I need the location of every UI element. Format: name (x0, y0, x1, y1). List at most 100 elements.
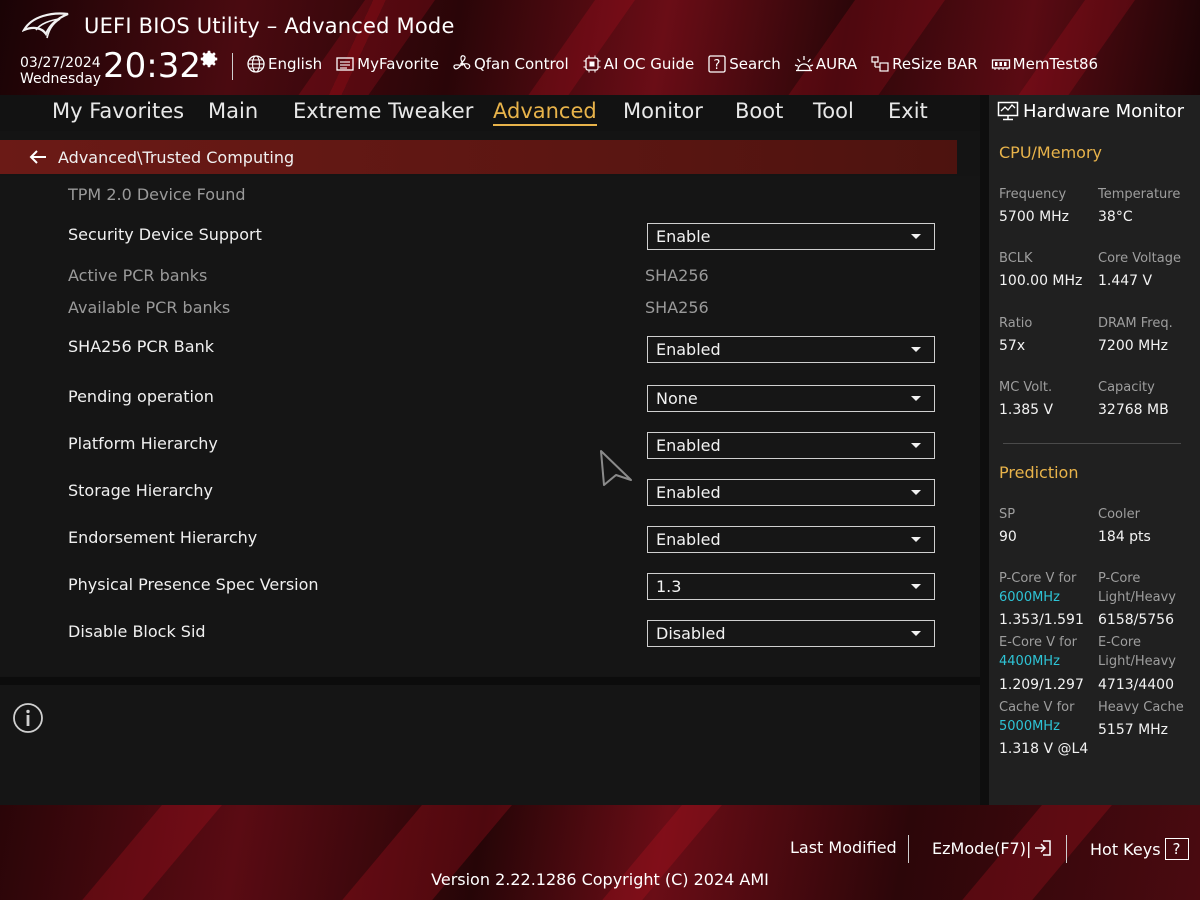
settings-panel: TPM 2.0 Device Found Security Device Sup… (0, 176, 980, 676)
back-arrow-icon[interactable] (28, 147, 48, 167)
ai-oc-guide-button[interactable]: AI OC Guide (582, 54, 694, 74)
aura-button[interactable]: AURA (794, 54, 857, 74)
window-title: UEFI BIOS Utility – Advanced Mode (84, 14, 455, 38)
qfan-control-button[interactable]: Qfan Control (452, 54, 569, 74)
chevron-down-icon (911, 584, 921, 589)
svg-text:?: ? (714, 58, 721, 73)
qfan-control-label: Qfan Control (473, 55, 569, 73)
temperature-label: Temperature (1098, 187, 1181, 202)
endorsement-hierarchy-select[interactable]: Enabled (647, 526, 935, 553)
chevron-down-icon (911, 537, 921, 542)
tab-extreme-tweaker[interactable]: Extreme Tweaker (293, 99, 473, 123)
pending-operation-select[interactable]: None (647, 385, 935, 412)
myfavorite-label: MyFavorite (357, 55, 439, 73)
pending-operation-value: None (656, 389, 698, 408)
ecore-light-heavy-label: E-Core Light/Heavy (1098, 633, 1176, 671)
ratio-label: Ratio (999, 316, 1033, 331)
security-device-support-value: Enable (656, 227, 711, 246)
capacity-label: Capacity (1098, 380, 1155, 395)
pcore-lh-label-1: P-Core (1098, 571, 1141, 586)
resize-bar-button[interactable]: ReSize BAR (870, 54, 978, 74)
storage-hierarchy-select[interactable]: Enabled (647, 479, 935, 506)
pcore-light-heavy-value: 6158/5756 (1098, 612, 1174, 628)
heavy-cache-label: Heavy Cache (1098, 700, 1184, 715)
hardware-monitor-gutter (980, 95, 989, 805)
frequency-value: 5700 MHz (999, 209, 1070, 225)
physical-presence-spec-version-select[interactable]: 1.3 (647, 573, 935, 600)
search-button[interactable]: ? Search (707, 54, 781, 74)
footer-divider (908, 835, 909, 863)
security-device-support-select[interactable]: Enable (647, 223, 935, 250)
hardware-monitor-title: Hardware Monitor (997, 100, 1184, 122)
date-display: 03/27/2024 Wednesday (20, 55, 101, 87)
endorsement-hierarchy-label: Endorsement Hierarchy (68, 528, 258, 547)
ecore-lh-label-1: E-Core (1098, 635, 1141, 650)
footer-bar: Last Modified EzMode(F7)| Hot Keys ? Ver… (0, 805, 1200, 900)
pcore-v-label: P-Core V for 6000MHz (999, 569, 1076, 607)
tab-tool[interactable]: Tool (813, 99, 854, 123)
language-button[interactable]: English (246, 54, 322, 74)
last-modified-label: Last Modified (790, 838, 897, 857)
date-text: 03/27/2024 (20, 55, 101, 71)
hardware-monitor-panel: Hardware Monitor CPU/Memory Frequency 57… (989, 95, 1200, 805)
ecore-lh-label-2: Light/Heavy (1098, 654, 1176, 669)
aura-light-icon (794, 56, 814, 72)
header-decoration (777, 0, 953, 95)
sha256-pcr-bank-select[interactable]: Enabled (647, 336, 935, 363)
tab-boot[interactable]: Boot (735, 99, 783, 123)
pcore-lh-label-2: Light/Heavy (1098, 590, 1176, 605)
physical-presence-spec-version-label: Physical Presence Spec Version (68, 575, 319, 594)
storage-hierarchy-label: Storage Hierarchy (68, 481, 214, 500)
resize-bar-icon (871, 56, 889, 72)
hot-keys-button[interactable]: Hot Keys ? (1090, 838, 1189, 860)
cache-v-label: Cache V for 5000MHz (999, 698, 1074, 736)
disable-block-sid-select[interactable]: Disabled (647, 620, 935, 647)
exit-arrow-icon (1035, 840, 1052, 856)
ecore-light-heavy-value: 4713/4400 (1098, 677, 1174, 693)
weekday-text: Wednesday (20, 71, 102, 87)
mc-volt-value: 1.385 V (999, 402, 1054, 418)
panel-divider (0, 677, 980, 685)
last-modified-button[interactable]: Last Modified (790, 838, 897, 857)
tab-advanced[interactable]: Advanced (493, 99, 597, 126)
cooler-label: Cooler (1098, 507, 1140, 522)
pcore-v-freq: 6000MHz (999, 590, 1060, 605)
version-text: Version 2.22.1286 Copyright (C) 2024 AMI (431, 870, 769, 889)
platform-hierarchy-select[interactable]: Enabled (647, 432, 935, 459)
gear-icon[interactable] (198, 48, 220, 70)
tab-monitor[interactable]: Monitor (623, 99, 703, 123)
sp-label: SP (999, 507, 1016, 522)
pending-operation-label: Pending operation (68, 387, 214, 406)
header-bar: UEFI BIOS Utility – Advanced Mode 03/27/… (0, 0, 1200, 95)
ezmode-label: EzMode(F7)| (932, 838, 1032, 858)
security-device-support-label: Security Device Support (68, 225, 262, 244)
tab-main[interactable]: Main (208, 99, 258, 123)
ezmode-button[interactable]: EzMode(F7)| (932, 838, 1053, 858)
tab-exit[interactable]: Exit (888, 99, 928, 123)
header-decoration (1007, 0, 1143, 95)
fan-icon (453, 55, 471, 70)
dram-freq-value: 7200 MHz (1098, 338, 1169, 354)
ai-oc-icon (583, 55, 601, 73)
memtest86-button[interactable]: MemTest86 (991, 54, 1098, 74)
sha256-pcr-bank-value: Enabled (656, 340, 721, 359)
myfavorite-button[interactable]: MyFavorite (335, 54, 439, 74)
breadcrumb: Advanced\Trusted Computing (0, 140, 957, 174)
pcore-v-label-text: P-Core V for (999, 571, 1077, 586)
disable-block-sid-value: Disabled (656, 624, 726, 643)
footer-divider (1066, 835, 1067, 863)
core-voltage-value: 1.447 V (1098, 273, 1153, 289)
active-pcr-banks-value: SHA256 (645, 266, 709, 285)
header-divider (232, 53, 233, 80)
prediction-heading: Prediction (999, 463, 1079, 482)
cpu-memory-heading: CPU/Memory (999, 143, 1102, 162)
chevron-down-icon (911, 631, 921, 636)
chevron-down-icon (911, 347, 921, 352)
platform-hierarchy-value: Enabled (656, 436, 721, 455)
chevron-down-icon (911, 234, 921, 239)
breadcrumb-path: Advanced\Trusted Computing (58, 147, 295, 167)
clock-display: 20:32 (103, 46, 201, 86)
tab-my-favorites[interactable]: My Favorites (52, 99, 184, 123)
monitor-icon (997, 101, 1019, 121)
chevron-down-icon (911, 443, 921, 448)
